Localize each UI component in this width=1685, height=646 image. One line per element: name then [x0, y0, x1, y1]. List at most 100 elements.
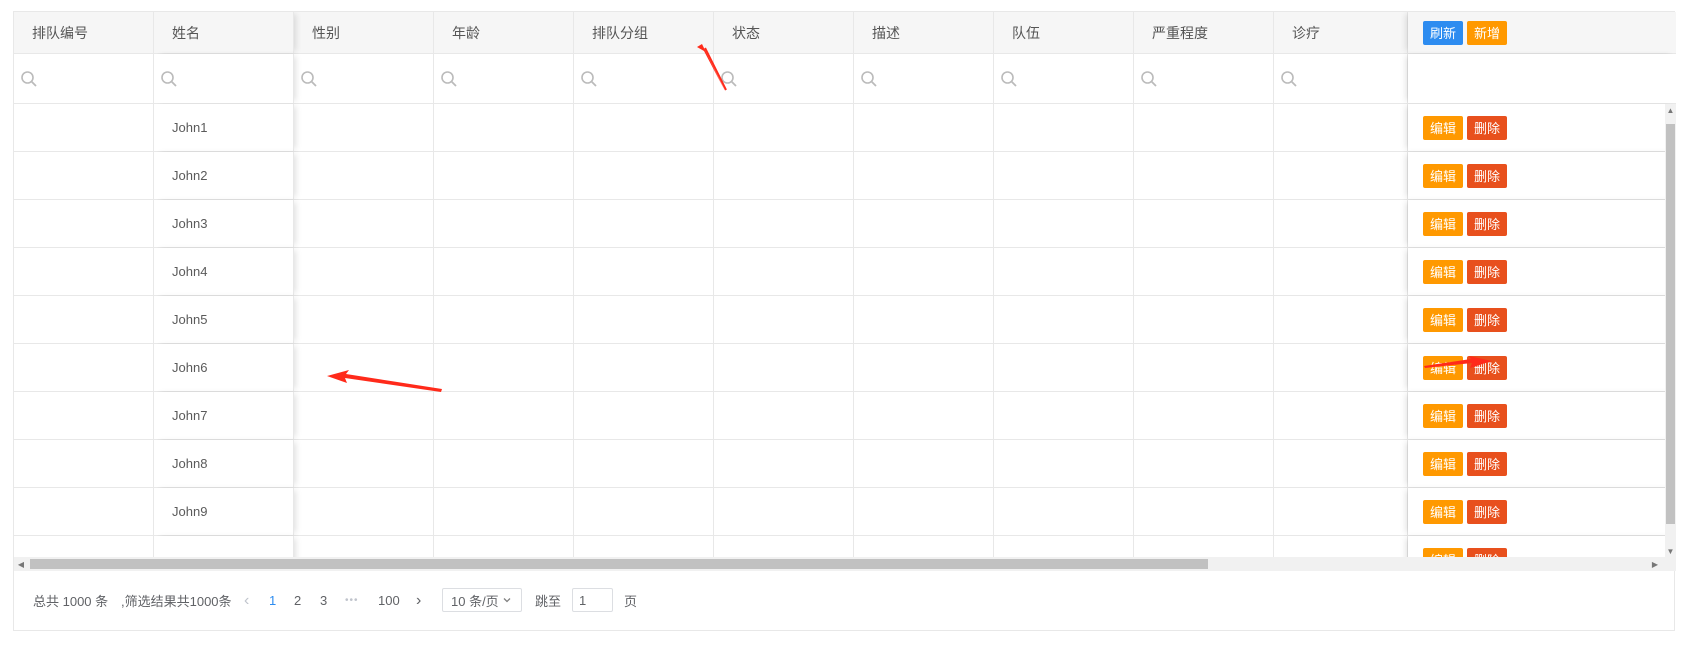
scroll-down-icon[interactable]: ▼ — [1665, 545, 1676, 557]
delete-button[interactable]: 删除 — [1467, 403, 1508, 428]
delete-button[interactable]: 删除 — [1467, 355, 1508, 380]
add-button[interactable]: 新增 — [1467, 20, 1508, 45]
delete-button[interactable]: 删除 — [1467, 307, 1508, 332]
edit-button[interactable]: 编辑 — [1423, 499, 1464, 524]
table-cell — [854, 344, 994, 391]
filter-age[interactable] — [434, 54, 574, 103]
column-header-status[interactable]: 状态 — [714, 12, 854, 53]
column-header-description[interactable]: 描述 — [854, 12, 994, 53]
table-cell — [1274, 200, 1408, 247]
filter-treatment[interactable] — [1274, 54, 1408, 103]
refresh-button[interactable]: 刷新 — [1423, 20, 1464, 45]
search-icon — [1140, 70, 1158, 88]
edit-button[interactable]: 编辑 — [1423, 211, 1464, 236]
filter-name[interactable] — [154, 54, 294, 103]
table-cell — [994, 488, 1134, 535]
column-label: 排队编号 — [32, 24, 88, 41]
name-cell-text: John1 — [172, 120, 208, 135]
table-cell — [714, 296, 854, 343]
column-header-name[interactable]: 姓名 — [154, 12, 294, 53]
filter-gender[interactable] — [294, 54, 434, 103]
table-cell — [294, 200, 434, 247]
filter-status[interactable] — [714, 54, 854, 103]
vertical-scrollbar[interactable]: ▲ ▼ — [1665, 104, 1676, 557]
edit-button[interactable]: 编辑 — [1423, 403, 1464, 428]
edit-button[interactable]: 编辑 — [1423, 355, 1464, 380]
page-100[interactable]: 100 — [378, 571, 400, 630]
table-row[interactable]: John9 编辑 删除 — [14, 488, 1676, 536]
table-row[interactable]: John4 编辑 删除 — [14, 248, 1676, 296]
delete-button[interactable]: 删除 — [1467, 547, 1508, 557]
table-cell — [714, 440, 854, 487]
table-row[interactable]: John8 编辑 删除 — [14, 440, 1676, 488]
table-cell — [434, 104, 574, 151]
page-3[interactable]: 3 — [320, 571, 327, 630]
next-page-button[interactable]: › — [416, 571, 421, 630]
horizontal-scrollbar[interactable]: ◀ ▶ — [14, 557, 1676, 571]
search-icon — [1000, 70, 1018, 88]
column-header-treatment[interactable]: 诊疗 — [1274, 12, 1408, 53]
delete-button[interactable]: 删除 — [1467, 451, 1508, 476]
page-size-select[interactable]: 10 条/页 — [442, 588, 522, 612]
table-cell — [1134, 536, 1274, 557]
scroll-up-icon[interactable]: ▲ — [1665, 104, 1676, 116]
table-cell — [294, 488, 434, 535]
table-row[interactable]: John1 编辑 删除 — [14, 104, 1676, 152]
column-label: 队伍 — [1012, 24, 1040, 41]
table-cell: John8 — [154, 440, 294, 487]
table-cell — [294, 392, 434, 439]
table-row[interactable]: 编辑删除 — [14, 536, 1676, 557]
vertical-scroll-thumb[interactable] — [1666, 124, 1675, 524]
table-cell — [994, 392, 1134, 439]
delete-button[interactable]: 删除 — [1467, 115, 1508, 140]
column-header-severity[interactable]: 严重程度 — [1134, 12, 1274, 53]
table-cell — [714, 392, 854, 439]
edit-button[interactable]: 编辑 — [1423, 547, 1464, 557]
table-row[interactable]: John2 编辑 删除 — [14, 152, 1676, 200]
delete-button[interactable]: 删除 — [1467, 499, 1508, 524]
page-1[interactable]: 1 — [269, 571, 276, 630]
search-icon — [580, 70, 598, 88]
filter-queue-group[interactable] — [574, 54, 714, 103]
column-header-team[interactable]: 队伍 — [994, 12, 1134, 53]
delete-button[interactable]: 删除 — [1467, 163, 1508, 188]
filter-description[interactable] — [854, 54, 994, 103]
table-cell — [1134, 440, 1274, 487]
search-icon — [1280, 70, 1298, 88]
column-header-queue-group[interactable]: 排队分组 — [574, 12, 714, 53]
horizontal-scroll-thumb[interactable] — [30, 559, 1208, 569]
prev-page-button[interactable]: ‹ — [244, 571, 249, 630]
table-cell — [574, 248, 714, 295]
edit-button[interactable]: 编辑 — [1423, 259, 1464, 284]
jump-page-input[interactable]: 1 — [572, 588, 613, 612]
edit-button[interactable]: 编辑 — [1423, 163, 1464, 188]
table-row[interactable]: John5 编辑 删除 — [14, 296, 1676, 344]
edit-button[interactable]: 编辑 — [1423, 307, 1464, 332]
table-row[interactable]: John7 编辑 删除 — [14, 392, 1676, 440]
column-header-queue-number[interactable]: 排队编号 — [14, 12, 154, 53]
column-header-gender[interactable]: 性别 — [294, 12, 434, 53]
delete-button[interactable]: 删除 — [1467, 211, 1508, 236]
edit-button[interactable]: 编辑 — [1423, 115, 1464, 140]
column-header-age[interactable]: 年龄 — [434, 12, 574, 53]
scroll-left-icon[interactable]: ◀ — [14, 557, 28, 571]
delete-button[interactable]: 删除 — [1467, 259, 1508, 284]
row-actions: 编辑删除 — [1408, 344, 1676, 391]
table-cell — [434, 440, 574, 487]
search-icon — [860, 70, 878, 88]
filter-team[interactable] — [994, 54, 1134, 103]
table-row[interactable]: John3 编辑 删除 — [14, 200, 1676, 248]
search-icon — [160, 70, 178, 88]
search-icon — [440, 70, 458, 88]
filter-queue-number[interactable] — [14, 54, 154, 103]
row-actions: 编辑删除 — [1408, 104, 1676, 151]
edit-button[interactable]: 编辑 — [1423, 451, 1464, 476]
table-cell — [1134, 488, 1274, 535]
name-cell-text: John6 — [172, 360, 208, 375]
page-2[interactable]: 2 — [294, 571, 301, 630]
table-body: John1 编辑 删除 John2 编辑 删除 John3 编辑 删除 John4 编辑 删除 John… — [14, 104, 1676, 557]
more-pages-ellipsis[interactable]: ••• — [345, 571, 359, 630]
filter-severity[interactable] — [1134, 54, 1274, 103]
table-row[interactable]: John6 编辑 删除 — [14, 344, 1676, 392]
scroll-right-icon[interactable]: ▶ — [1648, 557, 1662, 571]
